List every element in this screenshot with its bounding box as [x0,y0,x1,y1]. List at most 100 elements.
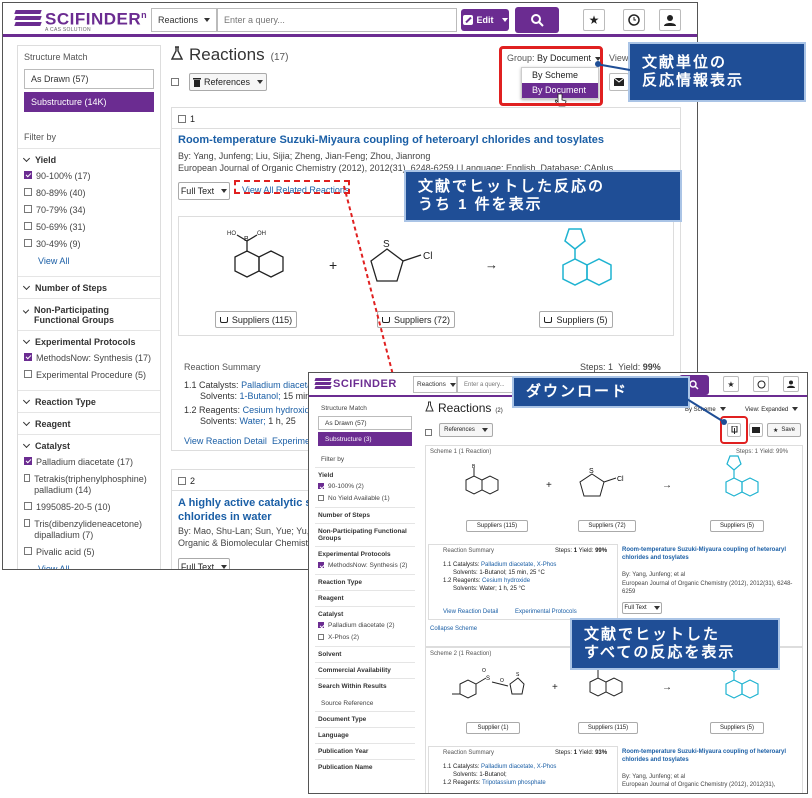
suppliers-button[interactable]: Suppliers (115) [578,722,638,734]
view-all-link[interactable]: View All [18,253,160,270]
yield-option[interactable]: 80-89% (40) [18,185,160,202]
reaction-type-header[interactable]: Reaction Type [18,390,160,410]
catalyst-header[interactable]: Catalyst [315,606,415,620]
svg-text:O: O [482,668,486,674]
result-checkbox[interactable]: 2 [178,476,195,486]
result-title[interactable]: Room-temperature Suzuki-Miyaura coupling… [178,134,604,146]
svg-text:HO: HO [227,231,236,237]
star-button[interactable]: ★ [583,9,605,31]
commercial-availability-header[interactable]: Commercial Availability [315,662,415,676]
search-within-header[interactable]: Search Within Results [315,678,415,692]
catalyst-option[interactable]: Palladium diacetate (17) [18,454,160,471]
suppliers-button[interactable]: Suppliers (5) [710,722,764,734]
save-button[interactable]: ★ Save [767,423,801,437]
select-all-checkbox[interactable] [425,427,436,437]
references-button[interactable]: References [439,423,493,437]
naphthylboronic-acid-structure: B HO OH [227,231,284,278]
suppliers-button[interactable]: Suppliers (115) [215,311,297,328]
select-all-checkbox[interactable] [171,77,183,87]
reaction-type-header[interactable]: Reaction Type [315,574,415,588]
view-all-link[interactable]: View All [18,561,160,569]
catalyst-option[interactable]: Tetrakis(triphenylphosphine) palladium (… [18,471,160,499]
full-text-button[interactable]: Full Text [178,558,230,569]
search-type-select[interactable]: Reactions [413,376,457,393]
publication-name-header[interactable]: Publication Name [315,759,415,773]
catalyst-option[interactable]: 1995085-20-5 (10) [18,499,160,516]
references-button[interactable]: References [189,73,267,91]
view-reaction-detail-link[interactable]: View Reaction Detail [184,436,267,446]
as-drawn-option[interactable]: As Drawn (57) [318,416,412,430]
result-authors: By: Yang, Junfeng; et al [622,774,686,780]
email-button[interactable] [749,423,763,437]
non-participating-header[interactable]: Non-Participating Functional Groups [18,298,160,328]
cart-icon [544,316,553,323]
svg-text:S: S [516,672,520,678]
search-button[interactable] [515,7,559,33]
catalyst-option[interactable]: Tris(dibenzylideneacetone) dipalladium (… [18,516,160,544]
yield-option[interactable]: 50-69% (31) [18,219,160,236]
suppliers-button[interactable]: Suppliers (5) [710,520,764,532]
yield-option[interactable]: 90-100% (17) [18,168,160,185]
catalyst-header[interactable]: Catalyst [18,434,160,454]
suppliers-button[interactable]: Suppliers (115) [466,520,528,532]
yield-option[interactable]: No Yield Available (1) [315,493,415,505]
thienyl-tosylate-structure: SOOS [452,668,525,699]
result-title[interactable]: A highly active catalytic sys chlorides … [178,496,328,524]
result-authors: By: Yang, Junfeng; Liu, Sijia; Zheng, Ji… [178,151,431,161]
suppliers-button[interactable]: Supplier (1) [466,722,520,734]
filter-sidebar: Structure Match As Drawn (57) Substructu… [17,45,161,569]
catalyst-option[interactable]: X-Phos (2) [315,632,415,644]
as-drawn-option[interactable]: As Drawn (57) [24,69,154,89]
account-button[interactable] [783,376,799,392]
full-text-button[interactable]: Full Text [178,182,230,200]
substructure-option[interactable]: Substructure (14K) [24,92,154,112]
result-checkbox[interactable]: 1 [178,114,195,124]
result-title[interactable]: Room-temperature Suzuki-Miyaura coupling… [622,546,798,562]
yield-option[interactable]: 70-79% (34) [18,202,160,219]
protocol-option[interactable]: Experimental Procedure (5) [18,367,160,384]
scheme-card: Scheme 1 (1 Reaction) Steps: 1 Yield: 99… [425,445,803,647]
plus-sign: + [552,682,558,693]
catalyst-option[interactable]: Pivalic acid (5) [18,544,160,561]
suppliers-button[interactable]: Suppliers (72) [578,520,636,532]
reagent-header[interactable]: Reagent [18,412,160,432]
substructure-option[interactable]: Substructure (3) [318,432,412,446]
overlay-view-control[interactable]: View: Expanded [745,407,799,413]
account-button[interactable] [659,9,681,31]
collapse-scheme-link[interactable]: Collapse Scheme [430,626,477,632]
language-header[interactable]: Language [315,727,415,741]
number-of-steps-header[interactable]: Number of Steps [18,276,160,296]
protocol-option[interactable]: MethodsNow: Synthesis (2) [315,560,415,572]
history-button[interactable] [623,9,645,31]
search-input[interactable]: Enter a query... [217,8,457,32]
result-title[interactable]: Room-temperature Suzuki-Miyaura coupling… [622,748,798,764]
history-button[interactable] [753,376,769,392]
reagent-header[interactable]: Reagent [315,590,415,604]
experimental-protocols-header[interactable]: Experimental Protocols [18,330,160,350]
non-participating-header[interactable]: Non-Participating Functional Groups [315,523,415,544]
yield-filter-header[interactable]: Yield [18,148,160,168]
catalyst-option[interactable]: Palladium diacetate (2) [315,620,415,632]
reaction-summary-box: Reaction Summary Steps: 1 Yield: 93% 1.1… [428,746,618,793]
publication-year-header[interactable]: Publication Year [315,743,415,757]
star-button[interactable]: ★ [723,376,739,392]
solvent-header[interactable]: Solvent [315,646,415,660]
number-of-steps-header[interactable]: Number of Steps [315,507,415,521]
naphthylboronic-acid-structure: B [465,464,499,495]
yield-option[interactable]: 90-100% (2) [315,481,415,493]
star-icon: ★ [772,427,779,434]
yield-option[interactable]: 30-49% (9) [18,236,160,253]
search-type-select[interactable]: Reactions [151,8,217,32]
edit-button[interactable]: Edit [461,9,509,31]
scifinder-logo: SCIFINDER [314,376,397,393]
reaction-arrow: → [662,682,672,693]
experimental-protocols-header[interactable]: Experimental Protocols [315,546,415,560]
experimental-protocols-link[interactable]: Experimental Protocols [515,609,577,615]
summary-steps-yield: Steps: 1 Yield: 99% [555,548,608,554]
full-text-button[interactable]: Full Text [622,602,662,614]
document-type-header[interactable]: Document Type [315,711,415,725]
view-reaction-detail-link[interactable]: View Reaction Detail [443,609,498,615]
protocol-option[interactable]: MethodsNow: Synthesis (17) [18,350,160,367]
suppliers-button[interactable]: Suppliers (5) [539,311,613,328]
yield-filter-header[interactable]: Yield [315,467,415,481]
